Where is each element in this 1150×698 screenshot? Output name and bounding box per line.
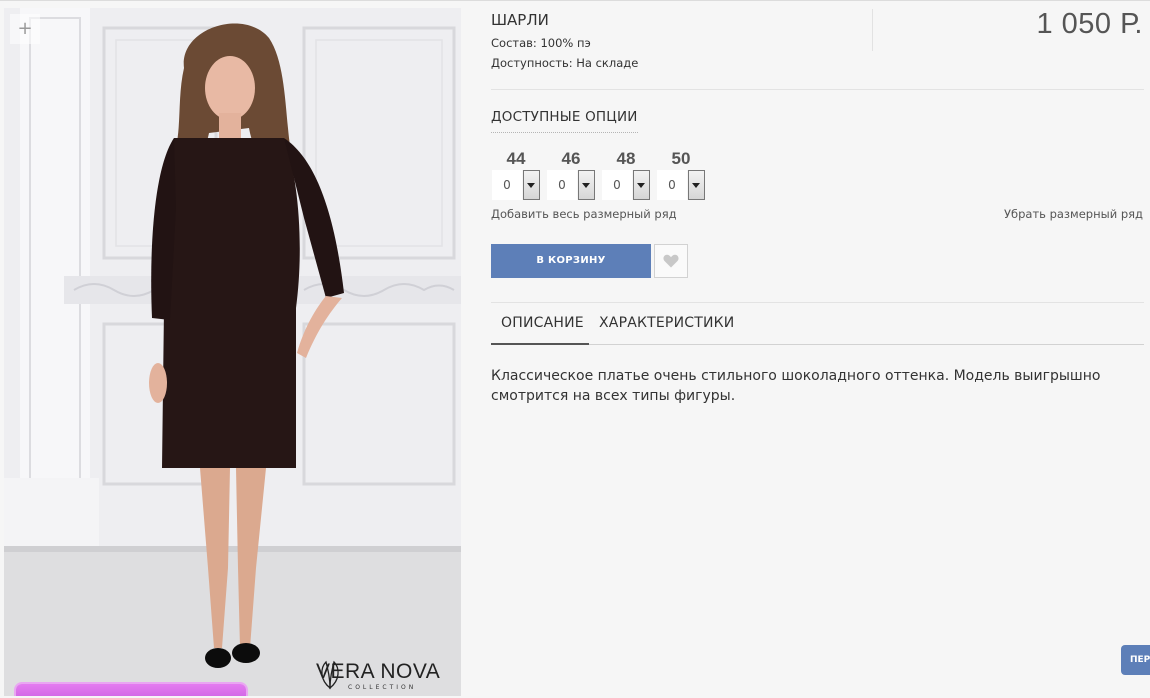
size-qty-select[interactable]: 0 <box>602 170 650 200</box>
section-divider <box>491 89 1144 90</box>
product-photo[interactable]: + VERA NOVA COLLECTION ВЫГРУЗИТЬ КАТАЛОГ… <box>4 8 461 696</box>
product-composition: Состав: 100% пэ <box>491 36 591 50</box>
size-option-44: 44 0 <box>492 149 540 200</box>
size-label: 48 <box>616 149 636 168</box>
zoom-button[interactable]: + <box>10 14 40 44</box>
size-qty-select[interactable]: 0 <box>547 170 595 200</box>
tab-description[interactable]: ОПИСАНИЕ <box>501 315 584 331</box>
size-qty-value[interactable]: 0 <box>547 170 577 200</box>
size-qty-value[interactable]: 0 <box>657 170 687 200</box>
top-divider <box>0 0 1150 1</box>
add-all-sizes-link[interactable]: Добавить весь размерный ряд <box>491 207 677 221</box>
leaf-logo-icon <box>321 660 339 690</box>
add-to-cart-button[interactable]: В КОРЗИНУ <box>491 244 651 278</box>
tab-characteristics[interactable]: ХАРАКТЕРИСТИКИ <box>599 315 734 331</box>
size-option-48: 48 0 <box>602 149 650 200</box>
export-catalog-button[interactable]: ВЫГРУЗИТЬ КАТАЛОГ! <box>16 684 246 696</box>
remove-all-sizes-link[interactable]: Убрать размерный ряд <box>1004 207 1143 221</box>
section-divider <box>491 302 1144 303</box>
product-description: Классическое платье очень стильного шоко… <box>491 368 1101 404</box>
options-title: ДОСТУПНЫЕ ОПЦИИ <box>491 109 638 133</box>
heart-icon <box>663 254 679 268</box>
chevron-down-icon[interactable] <box>578 170 595 200</box>
brand-subtitle: COLLECTION <box>348 684 417 691</box>
chevron-down-icon[interactable] <box>688 170 705 200</box>
size-label: 46 <box>561 149 581 168</box>
size-qty-value[interactable]: 0 <box>602 170 632 200</box>
size-option-50: 50 0 <box>657 149 705 200</box>
size-option-46: 46 0 <box>547 149 595 200</box>
chevron-down-icon[interactable] <box>633 170 650 200</box>
size-qty-select[interactable]: 0 <box>657 170 705 200</box>
side-floating-tab[interactable]: ПЕР <box>1121 645 1150 675</box>
product-photo-illustration <box>4 8 461 696</box>
size-label: 44 <box>506 149 526 168</box>
active-tab-indicator <box>491 343 589 345</box>
size-label: 50 <box>671 149 691 168</box>
size-qty-select[interactable]: 0 <box>492 170 540 200</box>
brand-logo: VERA NOVA COLLECTION <box>316 660 461 696</box>
product-title: ШАРЛИ <box>491 11 549 29</box>
product-availability: Доступность: На складе <box>491 56 639 70</box>
wishlist-button[interactable] <box>654 244 688 278</box>
size-qty-value[interactable]: 0 <box>492 170 522 200</box>
header-divider <box>872 9 873 51</box>
chevron-down-icon[interactable] <box>523 170 540 200</box>
product-price: 1 050 Р. <box>1036 8 1143 40</box>
